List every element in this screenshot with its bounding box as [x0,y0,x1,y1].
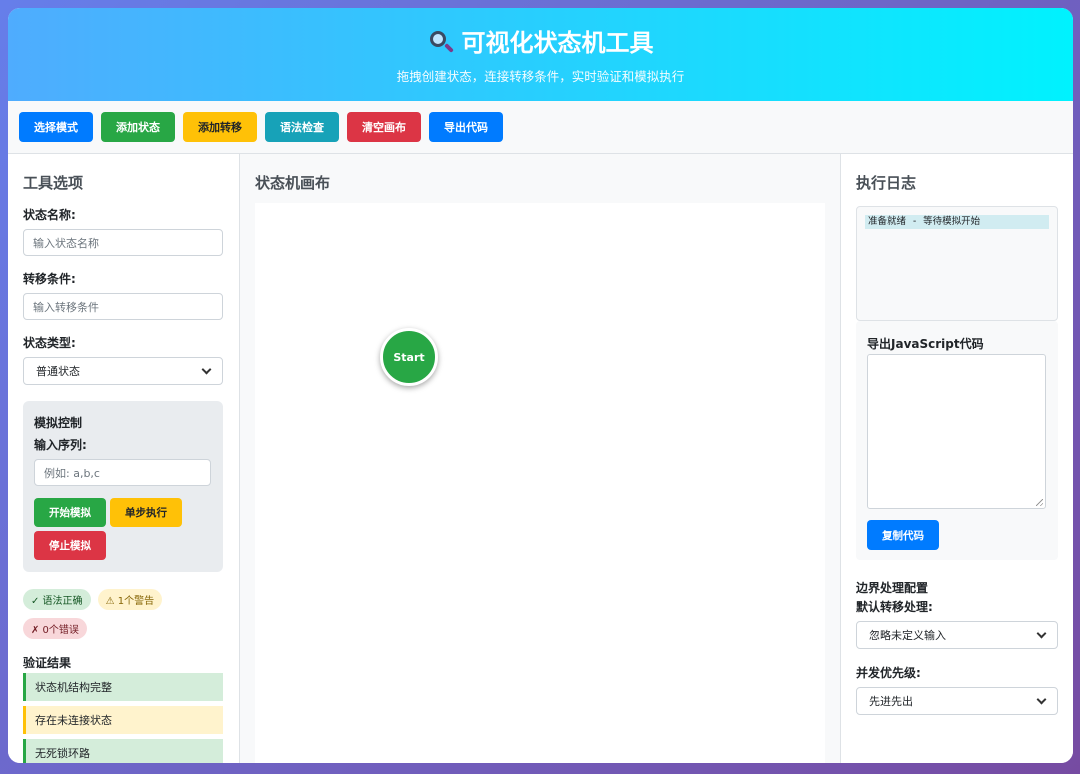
page-subtitle: 拖拽创建状态，连接转移条件，实时验证和模拟执行 [396,69,685,84]
page-title-text: 可视化状态机工具 [461,29,654,57]
start-state-node[interactable]: Start [380,328,438,386]
resize-grip-icon[interactable] [1036,499,1043,506]
execution-log-title: 执行日志 [856,174,917,192]
add-transition-button[interactable]: 添加转移 [183,112,257,142]
start-simulation-button[interactable]: 开始模拟 [34,498,106,527]
chevron-down-icon [201,364,212,374]
default-transition-select[interactable]: 忽略未定义输入 [856,621,1058,649]
transition-condition-input[interactable]: 输入转移条件 [23,293,223,320]
step-execute-button[interactable]: 单步执行 [110,498,182,527]
warning-count-badge: ⚠ 1个警告 [97,589,163,610]
export-js-title: 导出JavaScript代码 [867,337,984,351]
simulation-title: 模拟控制 [34,416,83,430]
stop-simulation-button[interactable]: 停止模拟 [34,531,106,560]
app-window: 可视化状态机工具 拖拽创建状态，连接转移条件，实时验证和模拟执行 选择模式 添加… [8,8,1073,763]
syntax-check-button[interactable]: 语法检查 [265,112,339,142]
simulation-control-box: 模拟控制 输入序列: 例如: a,b,c 开始模拟 单步执行 停止模拟 [23,401,223,572]
canvas-panel: 状态机画布 Start [240,154,841,763]
log-output: 准备就绪 - 等待模拟开始 [856,206,1058,321]
simulation-buttons: 开始模拟 单步执行 停止模拟 [34,498,211,560]
validation-item: 存在未连接状态 [23,706,223,734]
priority-value: 先进先出 [869,695,913,708]
page-title: 可视化状态机工具 [8,8,1073,58]
tool-options-panel: 工具选项 状态名称: 输入状态名称 转移条件: 输入转移条件 状态类型: 普通状… [8,154,240,763]
select-mode-button[interactable]: 选择模式 [19,112,93,142]
chevron-down-icon [1036,628,1047,638]
header: 可视化状态机工具 拖拽创建状态，连接转移条件，实时验证和模拟执行 [8,8,1073,101]
error-count-badge: ✗ 0个错误 [23,618,87,639]
magnifier-icon [428,29,454,55]
state-type-select[interactable]: 普通状态 [23,357,223,385]
copy-code-button[interactable]: 复制代码 [867,520,939,550]
state-name-input[interactable]: 输入状态名称 [23,229,223,256]
state-type-label: 状态类型: [23,336,76,350]
state-type-value: 普通状态 [36,365,80,378]
clear-canvas-button[interactable]: 清空画布 [347,112,421,142]
syntax-ok-badge: ✓ 语法正确 [23,589,91,610]
default-transition-label: 默认转移处理: [856,600,933,614]
main-area: 工具选项 状态名称: 输入状态名称 转移条件: 输入转移条件 状态类型: 普通状… [8,154,1073,763]
toolbar: 选择模式 添加状态 添加转移 语法检查 清空画布 导出代码 [8,101,1073,154]
code-output-textarea[interactable] [867,354,1046,509]
validation-item: 状态机结构完整 [23,673,223,701]
validation-title: 验证结果 [23,656,72,670]
default-transition-value: 忽略未定义输入 [869,629,946,642]
status-badges: ✓ 语法正确 ⚠ 1个警告 ✗ 0个错误 [23,589,223,639]
export-code-button[interactable]: 导出代码 [429,112,503,142]
input-sequence-label: 输入序列: [34,438,87,452]
priority-label: 并发优先级: [856,666,921,680]
edge-config-title: 边界处理配置 [856,581,929,595]
state-machine-canvas[interactable]: Start [255,203,825,763]
chevron-down-icon [1036,694,1047,704]
export-code-box: 导出JavaScript代码 复制代码 [856,321,1058,560]
validation-item: 无死锁环路 [23,739,223,763]
add-state-button[interactable]: 添加状态 [101,112,175,142]
tool-options-title: 工具选项 [23,174,84,192]
transition-condition-label: 转移条件: [23,272,76,286]
state-name-label: 状态名称: [23,208,76,222]
input-sequence-input[interactable]: 例如: a,b,c [34,459,211,486]
log-line: 准备就绪 - 等待模拟开始 [865,215,1049,229]
execution-log-panel: 执行日志 准备就绪 - 等待模拟开始 导出JavaScript代码 复制代码 边… [841,154,1073,763]
priority-select[interactable]: 先进先出 [856,687,1058,715]
canvas-title: 状态机画布 [255,174,331,192]
